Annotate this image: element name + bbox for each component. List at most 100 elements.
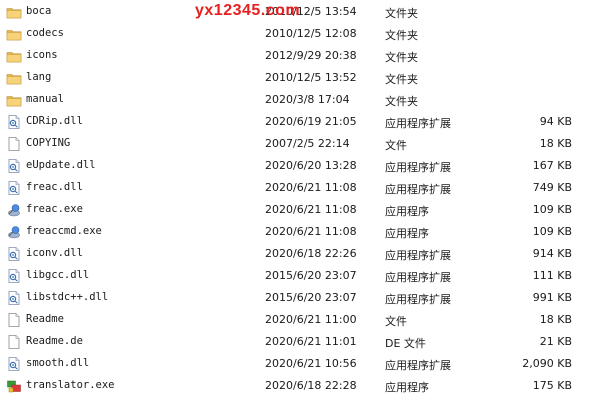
freac-exe-icon <box>6 224 22 240</box>
file-name: freaccmd.exe <box>26 225 102 237</box>
file-type: 应用程序扩展 <box>385 161 451 174</box>
file-name: codecs <box>26 27 64 39</box>
file-type: 文件 <box>385 315 407 328</box>
file-modified-date: 2012/9/29 20:38 <box>265 49 357 62</box>
file-size: 94 KB <box>539 115 572 128</box>
file-name: Readme.de <box>26 335 83 347</box>
file-modified-date: 2015/6/20 23:07 <box>265 291 357 304</box>
dll-icon <box>6 290 22 306</box>
file-type: 应用程序 <box>385 227 429 240</box>
file-icon <box>6 136 22 152</box>
file-row[interactable]: Readme 2020/6/21 11:00 文件 18 KB <box>0 309 605 331</box>
file-list: boca 2010/12/5 13:54 文件夹 codecs 2010/12/5 12… <box>0 0 605 413</box>
file-modified-date: 2010/12/5 13:52 <box>265 71 357 84</box>
file-type: 文件夹 <box>385 73 418 86</box>
file-modified-date: 2020/6/18 22:26 <box>265 247 357 260</box>
file-row[interactable]: manual 2020/3/8 17:04 文件夹 <box>0 89 605 111</box>
dll-icon <box>6 180 22 196</box>
dll-icon <box>6 268 22 284</box>
file-row[interactable]: freac.exe 2020/6/21 11:08 应用程序 109 KB <box>0 199 605 221</box>
file-row[interactable]: CDRip.dll 2020/6/19 21:05 应用程序扩展 94 KB <box>0 111 605 133</box>
file-row[interactable]: libstdc++.dll 2015/6/20 23:07 应用程序扩展 991 KB <box>0 287 605 309</box>
dll-icon <box>6 114 22 130</box>
file-name: translator.exe <box>26 379 115 391</box>
file-size: 109 KB <box>532 203 572 216</box>
file-type: 应用程序扩展 <box>385 359 451 372</box>
file-row[interactable]: translator.exe 2020/6/18 22:28 应用程序 175 KB <box>0 375 605 397</box>
file-modified-date: 2020/6/18 22:28 <box>265 379 357 392</box>
file-type: DE 文件 <box>385 337 426 350</box>
file-size: 991 KB <box>532 291 572 304</box>
freac-exe-icon <box>6 202 22 218</box>
folder-icon <box>6 70 22 86</box>
file-modified-date: 2015/6/20 23:07 <box>265 269 357 282</box>
file-row[interactable]: lang 2010/12/5 13:52 文件夹 <box>0 67 605 89</box>
file-modified-date: 2020/3/8 17:04 <box>265 93 350 106</box>
file-size: 749 KB <box>532 181 572 194</box>
file-modified-date: 2007/2/5 22:14 <box>265 137 350 150</box>
file-type: 应用程序扩展 <box>385 117 451 130</box>
file-row[interactable]: COPYING 2007/2/5 22:14 文件 18 KB <box>0 133 605 155</box>
file-row[interactable]: freac.dll 2020/6/21 11:08 应用程序扩展 749 KB <box>0 177 605 199</box>
file-name: Readme <box>26 313 64 325</box>
folder-icon <box>6 48 22 64</box>
file-modified-date: 2020/6/20 13:28 <box>265 159 357 172</box>
file-type: 应用程序扩展 <box>385 271 451 284</box>
file-row[interactable]: eUpdate.dll 2020/6/20 13:28 应用程序扩展 167 KB <box>0 155 605 177</box>
file-row[interactable]: smooth.dll 2020/6/21 10:56 应用程序扩展 2,090 KB <box>0 353 605 375</box>
dll-icon <box>6 356 22 372</box>
file-name: iconv.dll <box>26 247 83 259</box>
translator-exe-icon <box>6 378 22 394</box>
dll-icon <box>6 246 22 262</box>
file-type: 文件 <box>385 139 407 152</box>
file-type: 文件夹 <box>385 51 418 64</box>
file-name: COPYING <box>26 137 71 149</box>
file-name: libgcc.dll <box>26 269 90 281</box>
file-type: 应用程序扩展 <box>385 249 451 262</box>
file-name: icons <box>26 49 58 61</box>
file-type: 应用程序扩展 <box>385 293 451 306</box>
folder-icon <box>6 92 22 108</box>
file-modified-date: 2020/6/21 10:56 <box>265 357 357 370</box>
file-name: freac.exe <box>26 203 83 215</box>
file-row[interactable]: boca 2010/12/5 13:54 文件夹 <box>0 1 605 23</box>
file-name: CDRip.dll <box>26 115 83 127</box>
file-size: 175 KB <box>532 379 572 392</box>
dll-icon <box>6 158 22 174</box>
file-modified-date: 2020/6/21 11:08 <box>265 181 357 194</box>
file-size: 18 KB <box>539 313 572 326</box>
file-icon <box>6 334 22 350</box>
file-row[interactable]: freaccmd.exe 2020/6/21 11:08 应用程序 109 KB <box>0 221 605 243</box>
file-name: manual <box>26 93 64 105</box>
file-modified-date: 2020/6/21 11:08 <box>265 203 357 216</box>
file-row[interactable]: Readme.de 2020/6/21 11:01 DE 文件 21 KB <box>0 331 605 353</box>
file-row[interactable]: iconv.dll 2020/6/18 22:26 应用程序扩展 914 KB <box>0 243 605 265</box>
file-icon <box>6 312 22 328</box>
file-type: 应用程序 <box>385 381 429 394</box>
file-size: 914 KB <box>532 247 572 260</box>
file-modified-date: 2020/6/21 11:01 <box>265 335 357 348</box>
file-row[interactable]: libgcc.dll 2015/6/20 23:07 应用程序扩展 111 KB <box>0 265 605 287</box>
watermark-text: yx12345.com <box>195 2 301 19</box>
folder-icon <box>6 4 22 20</box>
file-size: 2,090 KB <box>522 357 572 370</box>
file-size: 167 KB <box>532 159 572 172</box>
file-modified-date: 2020/6/19 21:05 <box>265 115 357 128</box>
file-name: smooth.dll <box>26 357 90 369</box>
file-type: 文件夹 <box>385 95 418 108</box>
file-name: libstdc++.dll <box>26 291 109 303</box>
file-size: 21 KB <box>539 335 572 348</box>
folder-icon <box>6 26 22 42</box>
file-row[interactable]: icons 2012/9/29 20:38 文件夹 <box>0 45 605 67</box>
file-name: lang <box>26 71 52 83</box>
file-modified-date: 2010/12/5 12:08 <box>265 27 357 40</box>
file-type: 应用程序扩展 <box>385 183 451 196</box>
file-name: boca <box>26 5 52 17</box>
file-name: freac.dll <box>26 181 83 193</box>
file-row[interactable]: codecs 2010/12/5 12:08 文件夹 <box>0 23 605 45</box>
file-type: 文件夹 <box>385 29 418 42</box>
file-size: 109 KB <box>532 225 572 238</box>
file-modified-date: 2020/6/21 11:00 <box>265 313 357 326</box>
file-modified-date: 2020/6/21 11:08 <box>265 225 357 238</box>
file-type: 应用程序 <box>385 205 429 218</box>
